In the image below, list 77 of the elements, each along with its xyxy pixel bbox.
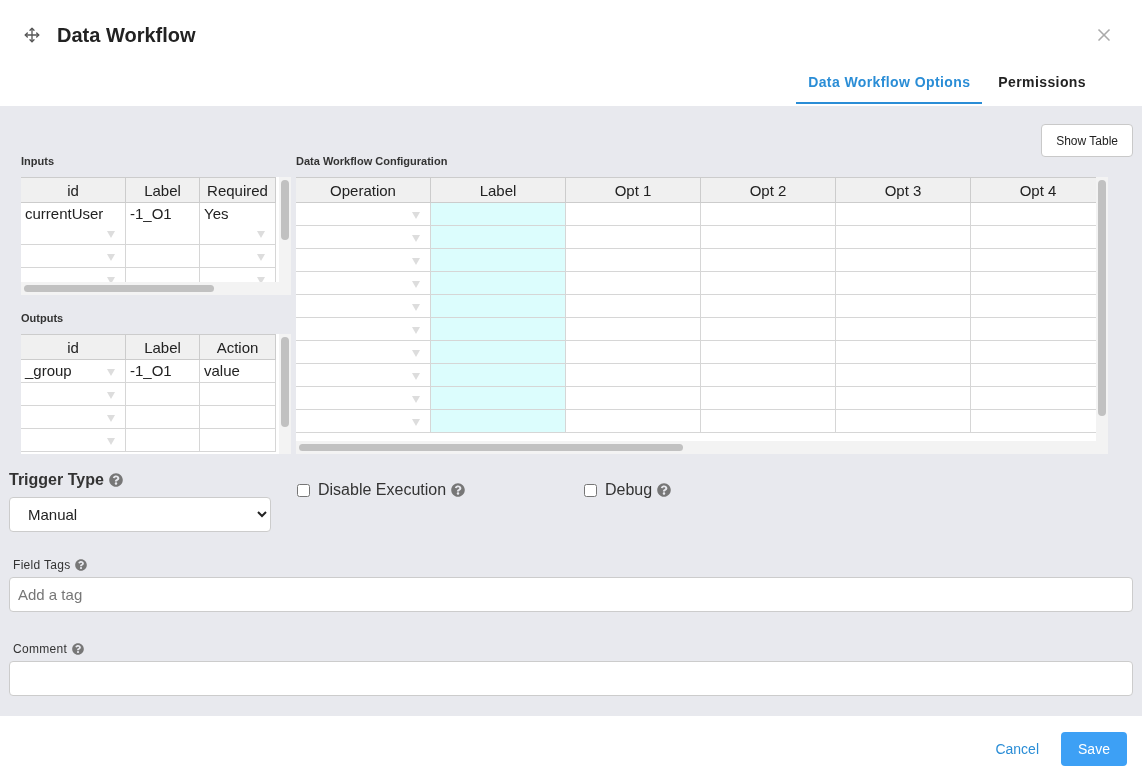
dropdown-arrow-icon[interactable] (107, 253, 115, 261)
column-header: id (21, 334, 126, 360)
section-title: Data Workflow Configuration (296, 155, 449, 169)
dropdown-cell[interactable] (21, 245, 126, 268)
tab[interactable]: Data Workflow Options (796, 62, 983, 104)
dropdown-arrow-icon[interactable] (257, 253, 265, 261)
dropdown-arrow-icon[interactable] (107, 414, 115, 422)
help-icon[interactable] (72, 643, 85, 655)
cancel-button[interactable]: Cancel (989, 740, 1045, 758)
column-header: Opt 2 (701, 177, 836, 203)
dropdown-arrow-icon[interactable] (412, 418, 420, 426)
dropdown-cell[interactable] (296, 341, 431, 364)
dropdown-arrow-icon[interactable] (412, 234, 420, 242)
checkbox-label: Debug (605, 481, 653, 499)
dropdown-cell[interactable] (21, 383, 126, 406)
table-cell: -1_O1 (126, 360, 200, 383)
tag-input-field[interactable]: Add a tag (9, 577, 1133, 612)
dropdown-arrow-icon[interactable] (412, 395, 420, 403)
help-icon[interactable] (657, 483, 672, 497)
dropdown-cell[interactable] (296, 203, 431, 226)
dropdown-cell[interactable] (296, 364, 431, 387)
help-icon[interactable] (108, 473, 123, 487)
dropdown-arrow-icon[interactable] (107, 276, 115, 282)
column-header: Label (431, 177, 566, 203)
dropdown-cell[interactable] (296, 226, 431, 249)
column-header: Opt 3 (836, 177, 971, 203)
comment-input-field[interactable] (9, 661, 1133, 696)
move-icon[interactable] (24, 27, 40, 43)
help-icon[interactable] (75, 559, 88, 571)
checkbox[interactable] (297, 483, 310, 497)
show-table-button[interactable]: Show Table (1041, 124, 1133, 157)
dropdown-arrow-icon[interactable] (257, 276, 265, 282)
dropdown-arrow-icon[interactable] (107, 230, 115, 238)
column-header: Label (126, 334, 200, 360)
field-label: Trigger Type (9, 471, 104, 489)
dropdown-cell[interactable] (296, 272, 431, 295)
dropdown-arrow-icon[interactable] (412, 257, 420, 265)
dropdown-arrow-icon[interactable] (412, 211, 420, 219)
column-header: Action (200, 334, 276, 360)
column-header: Label (126, 177, 200, 203)
dropdown-arrow-icon[interactable] (412, 280, 420, 288)
window-title: Data Workflow (57, 23, 197, 47)
dropdown-cell[interactable] (296, 318, 431, 341)
dropdown-arrow-icon[interactable] (412, 372, 420, 380)
section-title: Outputs (20, 311, 65, 326)
table-cell: -1_O1 (126, 203, 200, 245)
column-header: Operation (296, 177, 431, 203)
dropdown-cell[interactable] (200, 245, 276, 268)
dropdown-arrow-icon[interactable] (107, 368, 115, 376)
tab[interactable]: Permissions (986, 62, 1098, 104)
field-label: Comment (13, 642, 68, 656)
trigger-type-select[interactable]: Manual (9, 497, 271, 532)
dropdown-arrow-icon[interactable] (107, 391, 115, 399)
help-icon[interactable] (451, 483, 466, 497)
field-label: Field Tags (13, 558, 71, 572)
dropdown-cell[interactable] (296, 410, 431, 433)
table-cell: value (200, 360, 276, 383)
column-header: Opt 4 (971, 177, 1096, 203)
dropdown-cell[interactable]: currentUser (21, 203, 126, 245)
dropdown-arrow-icon[interactable] (257, 230, 265, 238)
checkbox[interactable] (584, 483, 597, 497)
dropdown-arrow-icon[interactable] (412, 303, 420, 311)
column-header: Opt 1 (566, 177, 701, 203)
dropdown-cell[interactable] (296, 249, 431, 272)
dropdown-cell[interactable] (21, 406, 126, 429)
dropdown-cell[interactable] (21, 429, 126, 452)
column-header: Required (200, 177, 276, 203)
dropdown-cell[interactable] (296, 387, 431, 410)
section-title: Inputs (20, 155, 55, 169)
dropdown-arrow-icon[interactable] (412, 349, 420, 357)
dropdown-arrow-icon[interactable] (107, 437, 115, 445)
dropdown-arrow-icon[interactable] (412, 326, 420, 334)
dropdown-cell[interactable] (296, 295, 431, 318)
dropdown-cell[interactable]: _group (21, 360, 126, 383)
column-header: id (21, 177, 126, 203)
checkbox-label: Disable Execution (318, 481, 447, 499)
dropdown-cell[interactable]: Yes (200, 203, 276, 245)
